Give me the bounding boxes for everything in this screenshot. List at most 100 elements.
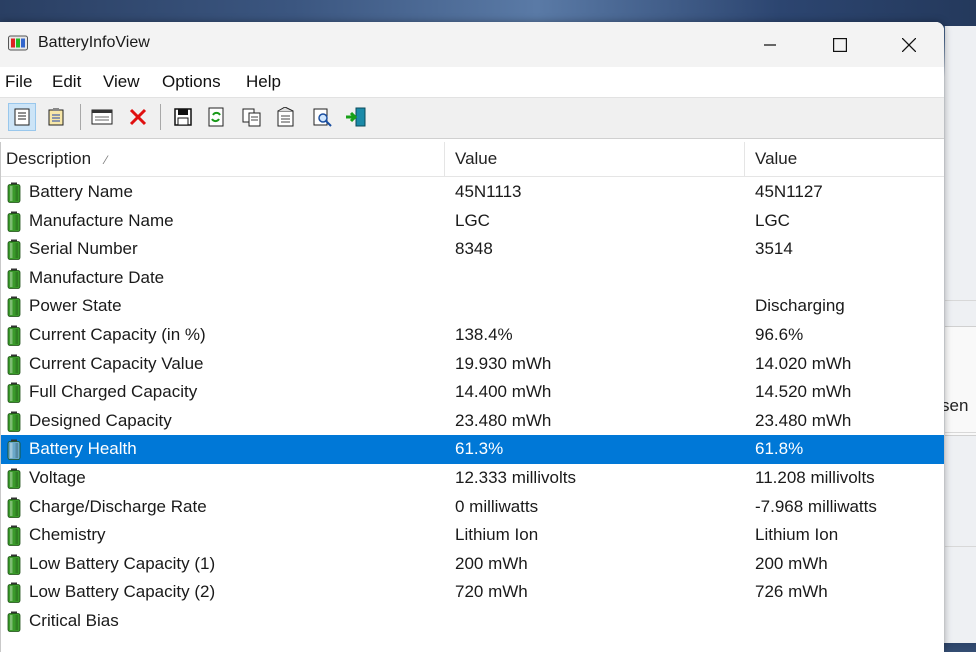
row-value-2: 11.208 millivolts bbox=[755, 468, 875, 487]
row-value-2: 726 mWh bbox=[755, 582, 828, 602]
battery-icon bbox=[7, 525, 21, 547]
row-value-2: 23.480 mWh bbox=[755, 410, 852, 430]
exit-button[interactable] bbox=[342, 103, 370, 131]
column-header-value-1[interactable]: Value bbox=[445, 142, 745, 176]
delete-button[interactable] bbox=[124, 103, 152, 131]
html-report-all-button[interactable] bbox=[8, 103, 36, 131]
divider bbox=[945, 546, 976, 547]
row-description: Current Capacity Value bbox=[29, 353, 204, 373]
background-window-text: sen bbox=[941, 396, 969, 415]
table-row[interactable]: Battery Name 45N1113 45N1127 bbox=[1, 178, 944, 207]
menu-edit[interactable]: Edit bbox=[52, 72, 81, 92]
row-value-1: 23.480 mWh bbox=[455, 410, 552, 430]
toolbar-separator bbox=[160, 104, 161, 130]
table-row[interactable]: Power State Discharging bbox=[1, 292, 944, 321]
row-description: Manufacture Date bbox=[29, 267, 165, 287]
table-row[interactable]: Chemistry Lithium Ion Lithium Ion bbox=[1, 521, 944, 550]
toolbar-separator bbox=[80, 104, 81, 130]
row-value-2: 14.520 mWh bbox=[755, 382, 852, 402]
battery-icon bbox=[7, 239, 21, 261]
table-row[interactable]: Battery Health 61.3% 61.8% bbox=[1, 435, 944, 464]
menu-bar: File Edit View Options Help bbox=[0, 67, 944, 97]
battery-icon bbox=[7, 211, 21, 232]
background-window: sen bbox=[941, 26, 976, 643]
row-value-2: 3514 bbox=[755, 239, 793, 259]
properties-window-icon bbox=[91, 109, 113, 125]
row-value-1: 720 mWh bbox=[455, 582, 528, 602]
battery-icon bbox=[7, 439, 21, 461]
toolbar bbox=[0, 97, 944, 139]
row-value-1: 19.930 mWh bbox=[455, 353, 552, 373]
row-value-1: 45N1113 bbox=[455, 182, 522, 201]
app-icon bbox=[8, 35, 28, 51]
row-description: Chemistry bbox=[29, 525, 106, 545]
title-bar[interactable]: BatteryInfoView bbox=[0, 22, 944, 67]
table-row[interactable]: Full Charged Capacity 14.400 mWh 14.520 mW… bbox=[1, 378, 944, 407]
row-value-2: 200 mWh bbox=[755, 553, 828, 573]
batteryinfoview-window: BatteryInfoView File Edit View Options H… bbox=[0, 22, 944, 652]
menu-options[interactable]: Options bbox=[162, 72, 221, 92]
row-value-2: LGC bbox=[755, 210, 790, 230]
html-report-selected-button[interactable] bbox=[42, 103, 70, 131]
properties-button[interactable] bbox=[272, 103, 300, 131]
row-value-2: Discharging bbox=[755, 296, 845, 316]
save-button[interactable] bbox=[169, 103, 197, 131]
close-button[interactable] bbox=[874, 22, 944, 67]
row-value-2: 61.8% bbox=[755, 439, 804, 459]
background-panel bbox=[945, 326, 976, 436]
table-row[interactable]: Designed Capacity 23.480 mWh 23.480 mWh bbox=[1, 407, 944, 436]
row-value-1: 14.400 mWh bbox=[455, 382, 552, 402]
menu-view[interactable]: View bbox=[103, 72, 140, 92]
find-button[interactable] bbox=[308, 103, 336, 131]
row-description: Voltage bbox=[29, 468, 86, 487]
row-description: Full Charged Capacity bbox=[29, 382, 198, 402]
table-row[interactable]: Current Capacity (in %) 138.4% 96.6% bbox=[1, 321, 944, 350]
row-value-2: 45N1127 bbox=[755, 182, 823, 201]
properties-icon bbox=[277, 107, 294, 127]
table-row[interactable]: Charge/Discharge Rate 0 milliwatts -7.968 … bbox=[1, 493, 944, 522]
list-header: Description ⁄ Value Value bbox=[1, 142, 944, 177]
table-row[interactable]: Manufacture Name LGC LGC bbox=[1, 207, 944, 236]
save-icon bbox=[174, 108, 192, 126]
table-row[interactable]: Current Capacity Value 19.930 mWh 14.020 m… bbox=[1, 350, 944, 379]
window-title: BatteryInfoView bbox=[38, 34, 150, 51]
battery-icon bbox=[7, 582, 21, 604]
maximize-button[interactable] bbox=[805, 22, 875, 67]
minimize-button[interactable] bbox=[735, 22, 805, 67]
row-description: Battery Name bbox=[29, 182, 133, 201]
properties-window-button[interactable] bbox=[88, 103, 116, 131]
column-header-value-2[interactable]: Value bbox=[745, 142, 944, 176]
table-row[interactable]: Critical Bias bbox=[1, 607, 944, 636]
menu-file[interactable]: File bbox=[5, 72, 32, 92]
column-header-label: Description bbox=[6, 149, 92, 168]
copy-icon bbox=[242, 108, 261, 127]
table-row[interactable]: Serial Number 8348 3514 bbox=[1, 235, 944, 264]
table-row[interactable]: Voltage 12.333 millivolts 11.208 millivolt… bbox=[1, 464, 944, 493]
row-value-1: 8348 bbox=[455, 239, 493, 259]
delete-icon bbox=[129, 108, 147, 126]
row-value-1: 12.333 millivolts bbox=[455, 468, 576, 487]
table-row[interactable]: Manufacture Date bbox=[1, 264, 944, 293]
battery-icon bbox=[7, 182, 21, 203]
minimize-icon bbox=[764, 43, 776, 46]
table-row[interactable]: Low Battery Capacity (2) 720 mWh 726 mWh bbox=[1, 578, 944, 607]
row-value-2: 14.020 mWh bbox=[755, 353, 852, 373]
battery-icon bbox=[7, 411, 21, 432]
row-description: Low Battery Capacity (2) bbox=[29, 582, 216, 602]
row-value-1: 0 milliwatts bbox=[455, 496, 539, 516]
row-value-2: -7.968 milliwatts bbox=[755, 496, 877, 516]
html-report-all-icon bbox=[14, 108, 30, 126]
table-row[interactable]: Low Battery Capacity (1) 200 mWh 200 mWh bbox=[1, 550, 944, 579]
divider bbox=[945, 300, 976, 301]
menu-help[interactable]: Help bbox=[246, 72, 281, 92]
column-header-description[interactable]: Description ⁄ bbox=[1, 142, 445, 176]
row-value-2: 96.6% bbox=[755, 325, 804, 344]
exit-icon bbox=[346, 107, 366, 127]
refresh-button[interactable] bbox=[202, 103, 230, 131]
row-description: Designed Capacity bbox=[29, 410, 172, 430]
find-icon bbox=[313, 108, 332, 127]
row-value-1: 200 mWh bbox=[455, 553, 528, 573]
copy-button[interactable] bbox=[238, 103, 266, 131]
battery-icon bbox=[7, 325, 21, 346]
battery-info-list[interactable]: Description ⁄ Value Value Battery Name 45N… bbox=[0, 142, 944, 652]
